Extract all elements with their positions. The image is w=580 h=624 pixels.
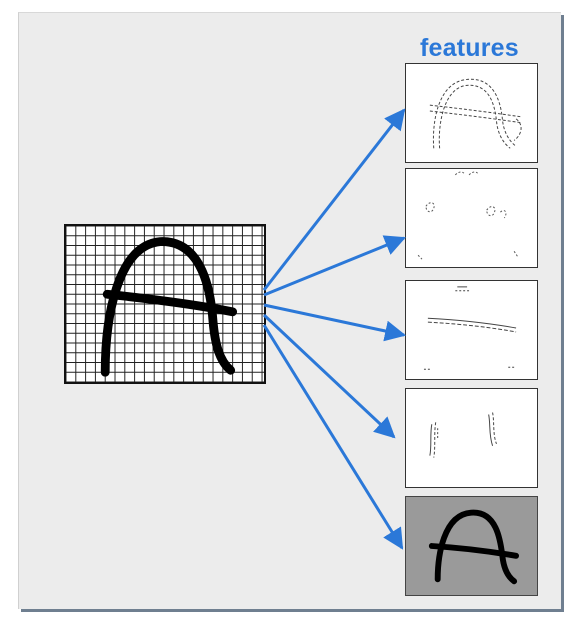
outline-feature-graphic	[429, 78, 523, 149]
features-title: features	[420, 34, 519, 62]
feature-map-vertical-strokes	[405, 388, 538, 488]
input-grid-image	[64, 224, 266, 384]
letter-a-grid-graphic	[66, 226, 264, 382]
feature-map-horizontal-bar	[405, 280, 538, 380]
horizontal-bar-feature-graphic	[423, 286, 517, 370]
vertical-strokes-feature-graphic	[429, 412, 497, 458]
feature-map-corners	[405, 168, 538, 268]
whole-letter-feature-graphic	[428, 509, 520, 585]
feature-map-whole-letter	[405, 496, 538, 596]
corners-feature-graphic	[417, 171, 519, 260]
feature-map-outline	[405, 63, 538, 163]
